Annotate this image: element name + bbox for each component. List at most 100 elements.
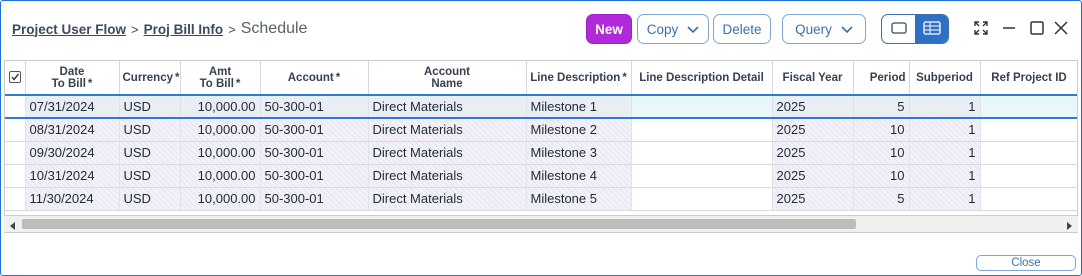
scroll-right-icon[interactable] — [1064, 219, 1074, 230]
table-view-button[interactable] — [915, 15, 948, 43]
row-selector[interactable] — [5, 118, 26, 142]
copy-button[interactable]: Copy — [637, 14, 709, 44]
cell-ref-project-id[interactable] — [980, 95, 1077, 119]
column-header-period[interactable]: Period — [853, 61, 910, 96]
cell-line-description[interactable]: Milestone 2 — [526, 118, 632, 142]
cell-subperiod[interactable]: 1 — [909, 118, 981, 142]
cell-amt-to-bill[interactable]: 10,000.00 — [180, 187, 261, 211]
scroll-left-icon[interactable] — [8, 219, 18, 230]
cell-account[interactable]: 50-300-01 — [260, 141, 369, 165]
schedule-table: Date To Bill * Currency * Amt To Bill * Acc… — [4, 60, 1078, 233]
query-button[interactable]: Query — [782, 14, 866, 44]
cell-line-description-detail[interactable] — [631, 141, 773, 165]
column-header-account[interactable]: Account * — [260, 61, 369, 96]
cell-account[interactable]: 50-300-01 — [260, 118, 369, 142]
cell-amt-to-bill[interactable]: 10,000.00 — [180, 164, 261, 188]
breadcrumb-project-user-flow[interactable]: Project User Flow — [12, 22, 126, 37]
cell-fiscal-year[interactable]: 2025 — [772, 95, 854, 119]
table-header-row: Date To Bill * Currency * Amt To Bill * Acc… — [5, 61, 1077, 96]
cell-account-name[interactable]: Direct Materials — [368, 95, 527, 119]
cell-ref-project-id[interactable] — [980, 187, 1077, 211]
row-selector[interactable] — [5, 95, 26, 119]
table-row[interactable]: 07/31/2024 USD 10,000.00 50-300-01 Direct Ma… — [5, 95, 1077, 119]
column-header-date-to-bill[interactable]: Date To Bill * — [25, 61, 120, 96]
maximize-icon[interactable] — [1027, 18, 1047, 38]
cell-date-to-bill[interactable]: 07/31/2024 — [25, 95, 120, 119]
column-header-currency[interactable]: Currency * — [119, 61, 181, 96]
cell-period[interactable]: 10 — [853, 164, 910, 188]
checkbox-icon[interactable] — [8, 71, 21, 84]
cell-account-name[interactable]: Direct Materials — [368, 118, 527, 142]
row-selector[interactable] — [5, 187, 26, 211]
column-header-subperiod[interactable]: Subperiod — [909, 61, 981, 96]
cell-subperiod[interactable]: 1 — [909, 164, 981, 188]
minimize-icon[interactable] — [999, 18, 1019, 38]
column-header-line-description[interactable]: Line Description * — [526, 61, 632, 96]
cell-period[interactable]: 10 — [853, 141, 910, 165]
cell-ref-project-id[interactable] — [980, 141, 1077, 165]
cell-currency[interactable]: USD — [119, 141, 181, 165]
table-view-icon — [922, 20, 941, 38]
cell-fiscal-year[interactable]: 2025 — [772, 187, 854, 211]
expand-icon[interactable] — [971, 18, 991, 38]
close-button[interactable]: Close — [976, 255, 1076, 271]
cell-date-to-bill[interactable]: 10/31/2024 — [25, 164, 120, 188]
cell-date-to-bill[interactable]: 08/31/2024 — [25, 118, 120, 142]
column-header-line: Amt — [208, 65, 232, 78]
cell-account[interactable]: 50-300-01 — [260, 164, 369, 188]
cell-currency[interactable]: USD — [119, 187, 181, 211]
row-selector[interactable] — [5, 164, 26, 188]
cell-amt-to-bill[interactable]: 10,000.00 — [180, 118, 261, 142]
single-view-button[interactable] — [882, 15, 915, 43]
column-header-amt-to-bill[interactable]: Amt To Bill * — [180, 61, 261, 96]
cell-period[interactable]: 10 — [853, 118, 910, 142]
cell-date-to-bill[interactable]: 09/30/2024 — [25, 141, 120, 165]
cell-account-name[interactable]: Direct Materials — [368, 164, 527, 188]
cell-amt-to-bill[interactable]: 10,000.00 — [180, 95, 261, 119]
cell-line-description-detail[interactable] — [631, 187, 773, 211]
cell-line-description[interactable]: Milestone 3 — [526, 141, 632, 165]
cell-fiscal-year[interactable]: 2025 — [772, 118, 854, 142]
cell-fiscal-year[interactable]: 2025 — [772, 141, 854, 165]
cell-currency[interactable]: USD — [119, 118, 181, 142]
close-icon[interactable] — [1051, 18, 1071, 38]
cell-line-description-detail[interactable] — [631, 95, 773, 119]
cell-line-description[interactable]: Milestone 1 — [526, 95, 632, 119]
cell-line-description-detail[interactable] — [631, 164, 773, 188]
delete-button[interactable]: Delete — [713, 14, 771, 44]
cell-ref-project-id[interactable] — [980, 164, 1077, 188]
cell-line-description[interactable]: Milestone 5 — [526, 187, 632, 211]
breadcrumb-proj-bill-info[interactable]: Proj Bill Info — [144, 22, 224, 37]
horizontal-scrollbar[interactable] — [4, 215, 1078, 232]
cell-currency[interactable]: USD — [119, 164, 181, 188]
cell-fiscal-year[interactable]: 2025 — [772, 164, 854, 188]
cell-line-description[interactable]: Milestone 4 — [526, 164, 632, 188]
view-toggle — [881, 14, 949, 44]
cell-account[interactable]: 50-300-01 — [260, 187, 369, 211]
cell-subperiod[interactable]: 1 — [909, 187, 981, 211]
cell-subperiod[interactable]: 1 — [909, 141, 981, 165]
table-row[interactable]: 10/31/2024 USD 10,000.00 50-300-01 Direct Ma… — [5, 164, 1077, 188]
cell-period[interactable]: 5 — [853, 187, 910, 211]
cell-account-name[interactable]: Direct Materials — [368, 187, 527, 211]
cell-ref-project-id[interactable] — [980, 118, 1077, 142]
new-button[interactable]: New — [586, 14, 632, 44]
cell-account-name[interactable]: Direct Materials — [368, 141, 527, 165]
cell-period[interactable]: 5 — [853, 95, 910, 119]
table-row[interactable]: 11/30/2024 USD 10,000.00 50-300-01 Direct Ma… — [5, 187, 1077, 211]
cell-currency[interactable]: USD — [119, 95, 181, 119]
cell-account[interactable]: 50-300-01 — [260, 95, 369, 119]
column-header-line: Account — [424, 65, 470, 78]
column-header-fiscal-year[interactable]: Fiscal Year — [772, 61, 854, 96]
column-header-account-name[interactable]: Account Name — [368, 61, 527, 96]
cell-line-description-detail[interactable] — [631, 118, 773, 142]
column-header-ref-project-id[interactable]: Ref Project ID — [980, 61, 1077, 96]
cell-subperiod[interactable]: 1 — [909, 95, 981, 119]
cell-amt-to-bill[interactable]: 10,000.00 — [180, 141, 261, 165]
table-row[interactable]: 09/30/2024 USD 10,000.00 50-300-01 Direct Ma… — [5, 141, 1077, 165]
column-header-line-description-detail[interactable]: Line Description Detail — [631, 61, 773, 96]
row-selector[interactable] — [5, 141, 26, 165]
table-row[interactable]: 08/31/2024 USD 10,000.00 50-300-01 Direct Ma… — [5, 118, 1077, 142]
scrollbar-thumb[interactable] — [22, 219, 856, 229]
cell-date-to-bill[interactable]: 11/30/2024 — [25, 187, 120, 211]
